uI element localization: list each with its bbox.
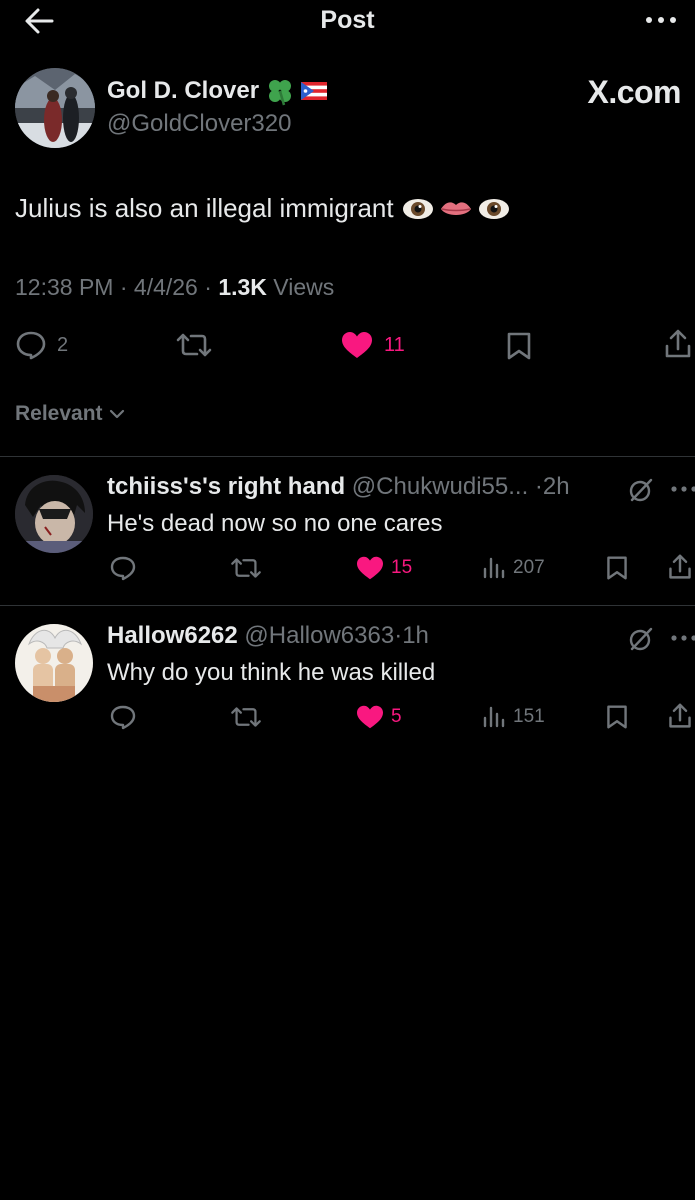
share-icon bbox=[665, 329, 691, 358]
repost-button[interactable] bbox=[229, 556, 263, 580]
top-bar: Post bbox=[0, 0, 695, 44]
bar-chart-icon bbox=[483, 706, 505, 728]
share-button[interactable] bbox=[667, 553, 693, 581]
repost-icon bbox=[231, 558, 261, 578]
post-time: 12:38 PM bbox=[15, 274, 114, 300]
bookmark-icon bbox=[507, 332, 531, 360]
reply-time: 1h bbox=[402, 622, 429, 649]
bookmark-button[interactable] bbox=[605, 555, 629, 581]
reply-count: 2 bbox=[57, 333, 69, 356]
reply-avatar[interactable] bbox=[15, 624, 93, 702]
post-meta: 12:38 PM · 4/4/26 · 1.3K Views bbox=[15, 274, 334, 301]
heart-icon bbox=[357, 556, 383, 580]
bar-chart-icon bbox=[483, 557, 505, 579]
like-button[interactable]: 11 bbox=[340, 330, 405, 360]
more-dots-icon bbox=[646, 17, 676, 23]
eye-icon bbox=[478, 198, 509, 219]
author-avatar[interactable] bbox=[15, 68, 95, 148]
grok-button[interactable] bbox=[628, 626, 654, 652]
meta-separator: · bbox=[394, 622, 403, 649]
author-handle[interactable]: @GoldClover320 bbox=[107, 110, 291, 138]
chevron-down-icon bbox=[109, 409, 124, 419]
puerto-rico-flag-icon bbox=[301, 82, 328, 100]
more-options-button[interactable] bbox=[643, 8, 679, 32]
repost-icon bbox=[176, 333, 212, 357]
reply-more-button[interactable] bbox=[668, 479, 695, 499]
reply-item[interactable]: tchiiss's's right hand @Chukwudi55... ·2… bbox=[0, 457, 695, 605]
repost-button[interactable] bbox=[175, 331, 213, 359]
reply-button[interactable] bbox=[109, 704, 137, 730]
more-dots-icon bbox=[671, 486, 695, 492]
reply-time: 2h bbox=[542, 473, 570, 500]
reply-button[interactable]: 2 bbox=[15, 330, 68, 360]
heart-icon bbox=[357, 705, 383, 729]
views-button[interactable]: 151 bbox=[481, 704, 545, 730]
reply-icon bbox=[16, 331, 46, 360]
post-emojis bbox=[402, 197, 510, 221]
four-leaf-clover-icon bbox=[265, 76, 295, 106]
meta-separator: · bbox=[534, 473, 543, 500]
bookmark-icon bbox=[607, 556, 627, 580]
reply-actions: 15 207 bbox=[0, 553, 695, 585]
views-count: 151 bbox=[513, 706, 545, 727]
reply-button[interactable] bbox=[109, 555, 137, 581]
views-count: 1.3K bbox=[218, 274, 267, 300]
sort-label: Relevant bbox=[15, 402, 103, 425]
grok-icon bbox=[629, 627, 653, 651]
post-actions: 2 11 bbox=[0, 328, 695, 364]
reply-actions: 5 151 bbox=[0, 702, 695, 734]
avatar-image bbox=[15, 624, 93, 702]
author-name-text: Gol D. Clover bbox=[107, 77, 260, 104]
heart-icon bbox=[342, 332, 372, 358]
reply-item[interactable]: Hallow6262 @Hallow6363·1h Why do you thi… bbox=[0, 606, 695, 754]
reply-text: He's dead now so no one cares bbox=[107, 510, 443, 537]
views-button[interactable]: 207 bbox=[481, 555, 545, 581]
reply-header: tchiiss's's right hand @Chukwudi55... ·2… bbox=[107, 473, 570, 501]
sort-replies-dropdown[interactable]: Relevant bbox=[15, 402, 125, 426]
bookmark-button[interactable] bbox=[605, 704, 629, 730]
post-text: Julius is also an illegal immigrant bbox=[15, 193, 510, 224]
share-icon bbox=[669, 703, 691, 728]
like-count: 15 bbox=[391, 557, 413, 578]
post-text-content: Julius is also an illegal immigrant bbox=[15, 193, 394, 223]
x-watermark: X.com bbox=[587, 74, 681, 110]
reply-more-button[interactable] bbox=[668, 628, 695, 648]
like-button[interactable]: 15 bbox=[355, 555, 412, 581]
reply-icon bbox=[110, 705, 136, 730]
reply-author-name[interactable]: Hallow6262 bbox=[107, 622, 238, 649]
post-date: 4/4/26 bbox=[133, 274, 198, 300]
bookmark-icon bbox=[607, 705, 627, 729]
like-button[interactable]: 5 bbox=[355, 704, 402, 730]
reply-avatar[interactable] bbox=[15, 475, 93, 553]
share-icon bbox=[669, 554, 691, 579]
reply-header: Hallow6262 @Hallow6363·1h bbox=[107, 622, 429, 650]
like-count: 11 bbox=[384, 333, 405, 356]
avatar-image bbox=[15, 68, 95, 148]
lips-icon bbox=[440, 201, 471, 215]
views-count: 207 bbox=[513, 557, 545, 578]
page-title: Post bbox=[320, 6, 375, 34]
views-label: Views bbox=[273, 274, 335, 300]
reply-author-handle[interactable]: @Hallow6363 bbox=[244, 622, 394, 649]
bookmark-button[interactable] bbox=[505, 331, 533, 361]
eye-icon bbox=[402, 198, 433, 219]
grok-button[interactable] bbox=[628, 477, 654, 503]
reply-icon bbox=[110, 556, 136, 581]
share-button[interactable] bbox=[667, 702, 693, 730]
share-button[interactable] bbox=[663, 328, 693, 360]
meta-separator: · bbox=[119, 274, 128, 300]
avatar-image bbox=[15, 475, 93, 553]
meta-separator: · bbox=[204, 274, 212, 300]
like-count: 5 bbox=[391, 706, 402, 727]
grok-icon bbox=[629, 478, 653, 502]
more-dots-icon bbox=[671, 635, 695, 641]
reply-author-handle[interactable]: @Chukwudi55... bbox=[352, 473, 528, 500]
reply-text: Why do you think he was killed bbox=[107, 659, 436, 686]
repost-icon bbox=[231, 707, 261, 727]
reply-author-name[interactable]: tchiiss's's right hand bbox=[107, 473, 345, 500]
repost-button[interactable] bbox=[229, 705, 263, 729]
author-name[interactable]: Gol D. Clover bbox=[107, 76, 328, 106]
